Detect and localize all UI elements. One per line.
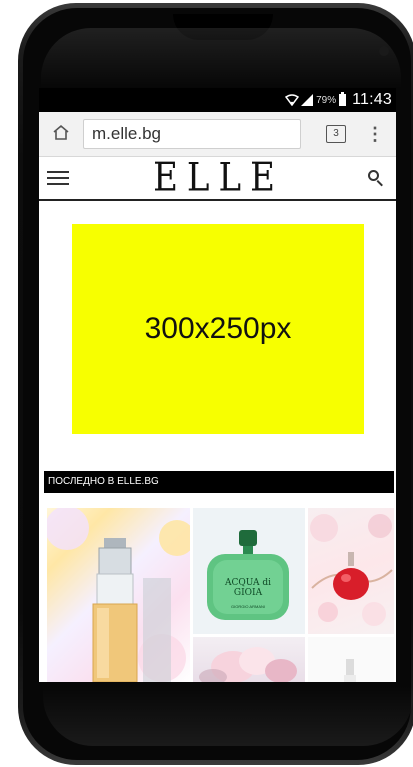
flower-image bbox=[199, 647, 297, 682]
search-handle bbox=[376, 180, 383, 187]
bottle-image bbox=[344, 659, 356, 682]
wifi-icon bbox=[285, 94, 300, 106]
home-icon bbox=[53, 124, 69, 140]
section-heading: ПОСЛЕДНО В ELLE.BG bbox=[44, 471, 394, 493]
tab-switcher-button[interactable]: 3 bbox=[326, 125, 346, 143]
article-thumbnail[interactable] bbox=[308, 637, 394, 682]
site-header: ELLE bbox=[39, 155, 396, 201]
phone-screen: 79% 11:43 m.elle.bg 3 ⋮ ELLE 300x250px П… bbox=[39, 88, 396, 682]
site-logo[interactable]: ELLE bbox=[153, 155, 284, 201]
red-perfume-image bbox=[310, 514, 393, 626]
status-time: 11:43 bbox=[352, 91, 392, 108]
article-thumbnail[interactable] bbox=[308, 508, 394, 634]
status-bar: 79% 11:43 bbox=[39, 88, 396, 112]
search-icon[interactable] bbox=[367, 170, 384, 187]
front-camera bbox=[379, 46, 389, 56]
menu-bar bbox=[47, 177, 69, 179]
bottom-bezel bbox=[43, 686, 413, 746]
overflow-menu-icon[interactable]: ⋮ bbox=[366, 124, 384, 145]
bottle-brand: GIORGIO ARMANI bbox=[230, 604, 265, 609]
article-thumbnail[interactable] bbox=[47, 508, 190, 682]
ad-placeholder[interactable]: 300x250px bbox=[72, 224, 364, 434]
address-bar[interactable]: m.elle.bg bbox=[83, 119, 301, 149]
perfume-bottle-image bbox=[47, 508, 190, 682]
browser-toolbar: m.elle.bg 3 ⋮ bbox=[39, 112, 396, 157]
hamburger-menu-icon[interactable] bbox=[47, 167, 69, 189]
green-perfume-image bbox=[207, 530, 289, 620]
signal-icon bbox=[301, 94, 314, 106]
bottle-label: ACQUA di GIOIA bbox=[224, 578, 272, 598]
menu-bar bbox=[47, 183, 69, 185]
article-thumbnail[interactable]: ACQUA di GIOIA GIORGIO ARMANI bbox=[193, 508, 305, 634]
home-button[interactable] bbox=[39, 123, 83, 146]
battery-icon bbox=[339, 92, 347, 106]
ad-size-label: 300x250px bbox=[144, 312, 292, 345]
article-thumbnail[interactable] bbox=[193, 637, 305, 682]
battery-percent: 79% bbox=[316, 94, 337, 106]
menu-bar bbox=[47, 171, 69, 173]
glass-reflection bbox=[41, 28, 401, 88]
